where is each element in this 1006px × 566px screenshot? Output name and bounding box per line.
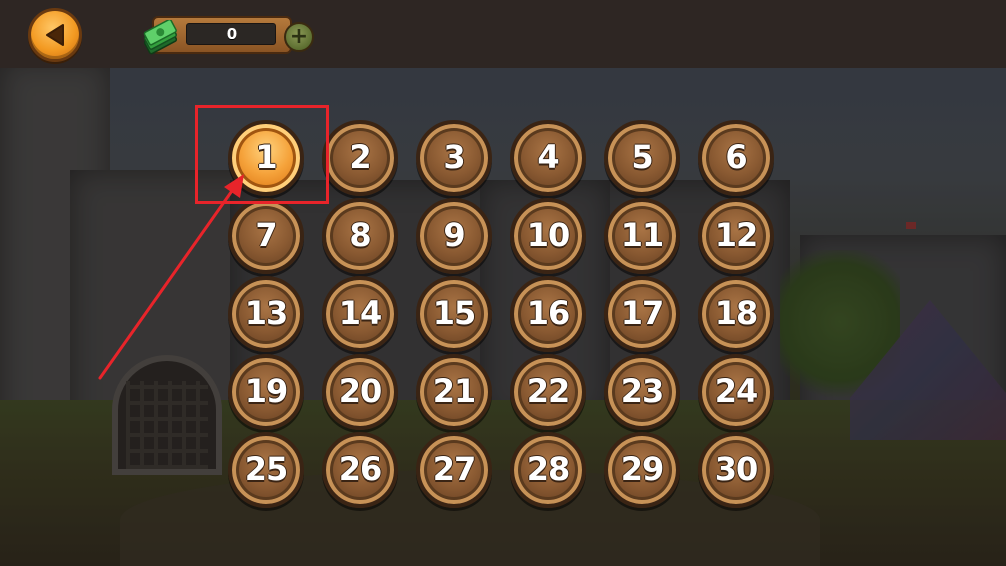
level-button-1[interactable]: 1 [228, 120, 304, 196]
level-button-5[interactable]: 5 [604, 120, 680, 196]
level-button-6[interactable]: 6 [698, 120, 774, 196]
level-number: 8 [349, 216, 371, 254]
level-number: 6 [725, 138, 747, 176]
level-number: 1 [255, 138, 277, 176]
level-button-8[interactable]: 8 [322, 198, 398, 274]
level-number: 15 [432, 294, 477, 332]
level-button-12[interactable]: 12 [698, 198, 774, 274]
level-number: 25 [244, 450, 289, 488]
level-number: 14 [338, 294, 383, 332]
plus-icon: + [289, 24, 309, 49]
level-number: 20 [338, 372, 383, 410]
level-button-27[interactable]: 27 [416, 432, 492, 508]
level-button-9[interactable]: 9 [416, 198, 492, 274]
level-number: 17 [620, 294, 665, 332]
level-button-3[interactable]: 3 [416, 120, 492, 196]
back-arrow-icon [46, 24, 64, 46]
cash-stack-icon [143, 20, 178, 55]
level-number: 30 [714, 450, 759, 488]
level-button-13[interactable]: 13 [228, 276, 304, 352]
level-button-29[interactable]: 29 [604, 432, 680, 508]
back-button[interactable] [28, 8, 82, 62]
level-number: 21 [432, 372, 477, 410]
level-number: 27 [432, 450, 477, 488]
level-button-22[interactable]: 22 [510, 354, 586, 430]
level-grid: 1 2 3 4 5 6 7 8 9 10 11 12 13 14 15 16 17 18 19 20 21 22 23 24 2… [228, 120, 774, 510]
level-button-28[interactable]: 28 [510, 432, 586, 508]
level-button-30[interactable]: 30 [698, 432, 774, 508]
level-number: 7 [255, 216, 277, 254]
cash-value-box: 0 [186, 23, 276, 45]
level-number: 10 [526, 216, 571, 254]
level-number: 22 [526, 372, 571, 410]
level-number: 13 [244, 294, 289, 332]
level-number: 4 [537, 138, 559, 176]
level-number: 28 [526, 450, 571, 488]
level-button-26[interactable]: 26 [322, 432, 398, 508]
level-button-17[interactable]: 17 [604, 276, 680, 352]
level-number: 18 [714, 294, 759, 332]
add-cash-button[interactable]: + [284, 22, 314, 52]
level-number: 19 [244, 372, 289, 410]
level-button-19[interactable]: 19 [228, 354, 304, 430]
level-button-16[interactable]: 16 [510, 276, 586, 352]
level-number: 16 [526, 294, 571, 332]
level-button-24[interactable]: 24 [698, 354, 774, 430]
cash-value: 0 [226, 25, 238, 43]
level-number: 24 [714, 372, 759, 410]
level-button-14[interactable]: 14 [322, 276, 398, 352]
level-number: 29 [620, 450, 665, 488]
level-number: 11 [620, 216, 665, 254]
level-button-7[interactable]: 7 [228, 198, 304, 274]
level-number: 26 [338, 450, 383, 488]
level-button-15[interactable]: 15 [416, 276, 492, 352]
level-number: 5 [631, 138, 653, 176]
level-button-21[interactable]: 21 [416, 354, 492, 430]
level-button-25[interactable]: 25 [228, 432, 304, 508]
level-button-10[interactable]: 10 [510, 198, 586, 274]
level-number: 9 [443, 216, 465, 254]
level-number: 12 [714, 216, 759, 254]
level-number: 3 [443, 138, 465, 176]
level-number: 2 [349, 138, 371, 176]
game-screen: 0 + 1 2 3 4 5 6 7 8 9 10 11 12 13 14 15 16 17 18 19 20 21 22 2… [0, 0, 1006, 566]
level-number: 23 [620, 372, 665, 410]
level-button-20[interactable]: 20 [322, 354, 398, 430]
level-button-11[interactable]: 11 [604, 198, 680, 274]
level-button-23[interactable]: 23 [604, 354, 680, 430]
level-button-18[interactable]: 18 [698, 276, 774, 352]
level-button-2[interactable]: 2 [322, 120, 398, 196]
level-button-4[interactable]: 4 [510, 120, 586, 196]
